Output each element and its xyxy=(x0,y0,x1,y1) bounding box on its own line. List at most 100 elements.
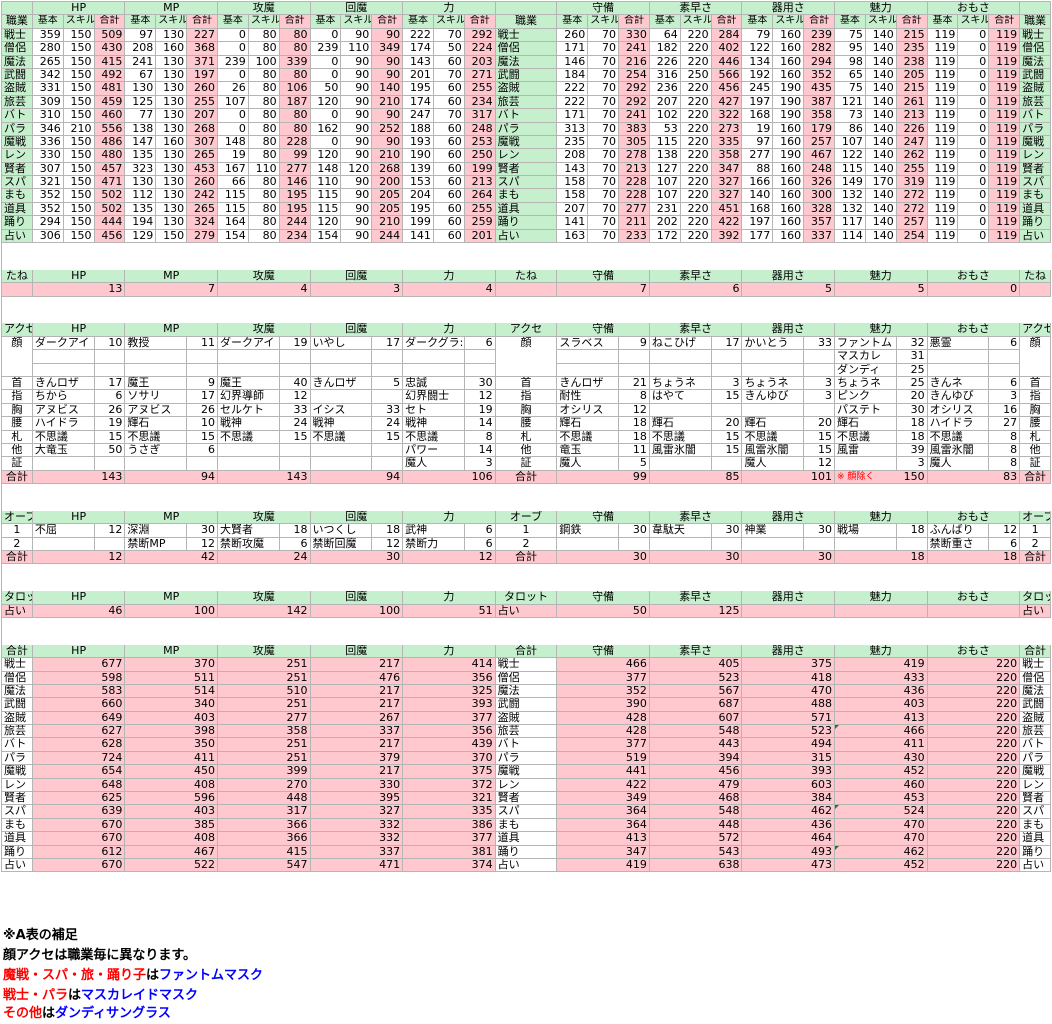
acce-item-value[interactable]: 3 xyxy=(464,457,496,471)
header-dex[interactable]: 器用さ xyxy=(742,2,836,16)
stat-value[interactable]: 70 xyxy=(588,176,620,190)
gap-cell[interactable] xyxy=(94,309,126,324)
face-item-name[interactable] xyxy=(649,363,712,377)
face-item-value[interactable]: 25 xyxy=(896,363,928,377)
stat-value[interactable]: 306 xyxy=(32,229,64,244)
stat-value[interactable]: 90 xyxy=(372,109,404,123)
sum-value[interactable]: 220 xyxy=(927,792,1021,806)
gap-cell[interactable] xyxy=(773,577,805,592)
acce-item-value[interactable]: 14 xyxy=(464,417,496,431)
stat-value[interactable]: 158 xyxy=(557,176,589,190)
sum-value[interactable]: 315 xyxy=(742,751,836,766)
stat-value[interactable]: 60 xyxy=(433,149,465,163)
stat-value[interactable]: 0 xyxy=(310,55,342,69)
stat-value[interactable]: 260 xyxy=(557,28,589,43)
stat-value[interactable]: 330 xyxy=(619,28,650,43)
stat-value[interactable]: 64 xyxy=(649,28,681,43)
orb-item-value[interactable]: 6 xyxy=(464,537,496,552)
stat-value[interactable]: 227 xyxy=(187,28,218,43)
row-label[interactable]: 胸 xyxy=(495,403,558,418)
sum-value[interactable]: 403 xyxy=(125,805,218,819)
stat-value[interactable]: 99 xyxy=(279,149,311,163)
gap-cell[interactable] xyxy=(248,256,280,270)
acce-item-name[interactable]: 魔人 xyxy=(403,457,465,471)
face-item-name[interactable] xyxy=(742,363,805,377)
job-label[interactable]: 戦士 xyxy=(495,28,558,43)
gap-cell[interactable] xyxy=(927,577,959,592)
total-value[interactable]: 12 xyxy=(403,551,496,565)
gap-cell[interactable] xyxy=(433,243,465,257)
tarot-value[interactable] xyxy=(835,604,928,618)
stat-value[interactable]: 190 xyxy=(773,109,805,123)
gap-cell[interactable] xyxy=(835,296,866,310)
sum-value[interactable]: 370 xyxy=(403,751,496,766)
acce-item-value[interactable]: 20 xyxy=(804,417,836,431)
face-item-value[interactable] xyxy=(804,350,836,364)
gap-cell[interactable] xyxy=(804,631,836,645)
header-spd[interactable]: 素早さ xyxy=(649,269,743,284)
gap-cell[interactable] xyxy=(464,296,496,310)
stat-value[interactable]: 140 xyxy=(865,95,897,110)
stat-value[interactable]: 90 xyxy=(341,68,373,83)
tane-value[interactable]: 7 xyxy=(557,283,650,297)
gap-cell[interactable] xyxy=(557,577,589,592)
gap-cell[interactable] xyxy=(649,243,681,257)
stat-value[interactable]: 70 xyxy=(588,229,620,244)
job-label[interactable]: 旅芸 xyxy=(495,725,558,739)
header-blank[interactable] xyxy=(495,2,558,16)
total-label[interactable]: 合計 xyxy=(1020,551,1051,565)
sum-value[interactable]: 337 xyxy=(310,845,404,859)
stat-value[interactable]: 224 xyxy=(464,42,496,56)
gap-cell[interactable] xyxy=(125,497,157,511)
stat-value[interactable]: 0 xyxy=(217,42,249,56)
orb-item-name[interactable]: 禁断回魔 xyxy=(310,537,373,552)
acce-item-name[interactable]: きんロザ xyxy=(310,376,373,391)
stat-value[interactable]: 192 xyxy=(742,68,774,83)
stat-value[interactable]: 492 xyxy=(94,68,126,83)
gap-cell[interactable] xyxy=(588,256,620,270)
stat-value[interactable]: 402 xyxy=(711,42,743,56)
gap-cell[interactable] xyxy=(649,309,681,324)
acce-item-value[interactable]: 40 xyxy=(279,376,311,391)
stat-value[interactable]: 0 xyxy=(958,229,990,244)
stat-value[interactable]: 368 xyxy=(187,42,218,56)
stat-value[interactable]: 197 xyxy=(187,68,218,83)
tane-blank[interactable] xyxy=(495,283,558,297)
stat-value[interactable]: 322 xyxy=(711,109,743,123)
acce-item-value[interactable]: 6 xyxy=(989,376,1021,391)
stat-value[interactable]: 80 xyxy=(248,68,280,83)
job-label[interactable]: 盗賊 xyxy=(495,711,558,726)
stat-value[interactable]: 102 xyxy=(649,109,681,123)
sum-value[interactable]: 217 xyxy=(310,738,404,752)
stat-value[interactable]: 119 xyxy=(927,109,959,123)
stat-value[interactable]: 107 xyxy=(217,95,249,110)
acce-item-name[interactable] xyxy=(742,403,805,418)
stat-value[interactable]: 268 xyxy=(372,162,404,177)
stat-value[interactable]: 160 xyxy=(773,42,805,56)
gap-cell[interactable] xyxy=(557,617,589,632)
header-total[interactable]: 合計 xyxy=(372,15,404,29)
row-label-face[interactable]: 顔 xyxy=(1020,336,1051,377)
header-fun[interactable]: おもさ xyxy=(927,510,1021,525)
gap-cell[interactable] xyxy=(958,631,990,645)
gap-cell[interactable] xyxy=(742,296,774,310)
total-value[interactable]: 30 xyxy=(742,551,836,565)
stat-value[interactable]: 339 xyxy=(279,55,311,69)
total-value[interactable]: 30 xyxy=(649,551,743,565)
header-str[interactable]: 力 xyxy=(403,269,496,284)
gap-cell[interactable] xyxy=(526,564,558,578)
gap-cell[interactable] xyxy=(187,309,218,324)
job-label[interactable]: 魔法 xyxy=(495,55,558,69)
stat-value[interactable]: 292 xyxy=(619,95,650,110)
orb-item-name[interactable] xyxy=(742,537,805,552)
total-value[interactable]: 30 xyxy=(557,551,650,565)
stat-value[interactable]: 321 xyxy=(32,176,64,190)
sum-value[interactable]: 476 xyxy=(310,671,404,685)
stat-value[interactable]: 0 xyxy=(958,216,990,230)
stat-value[interactable]: 143 xyxy=(557,162,589,177)
stat-value[interactable]: 174 xyxy=(403,42,434,56)
stat-value[interactable]: 222 xyxy=(403,28,434,43)
stat-value[interactable]: 220 xyxy=(680,28,712,43)
row-label[interactable]: 首 xyxy=(1020,376,1051,391)
sum-value[interactable]: 456 xyxy=(649,765,743,779)
